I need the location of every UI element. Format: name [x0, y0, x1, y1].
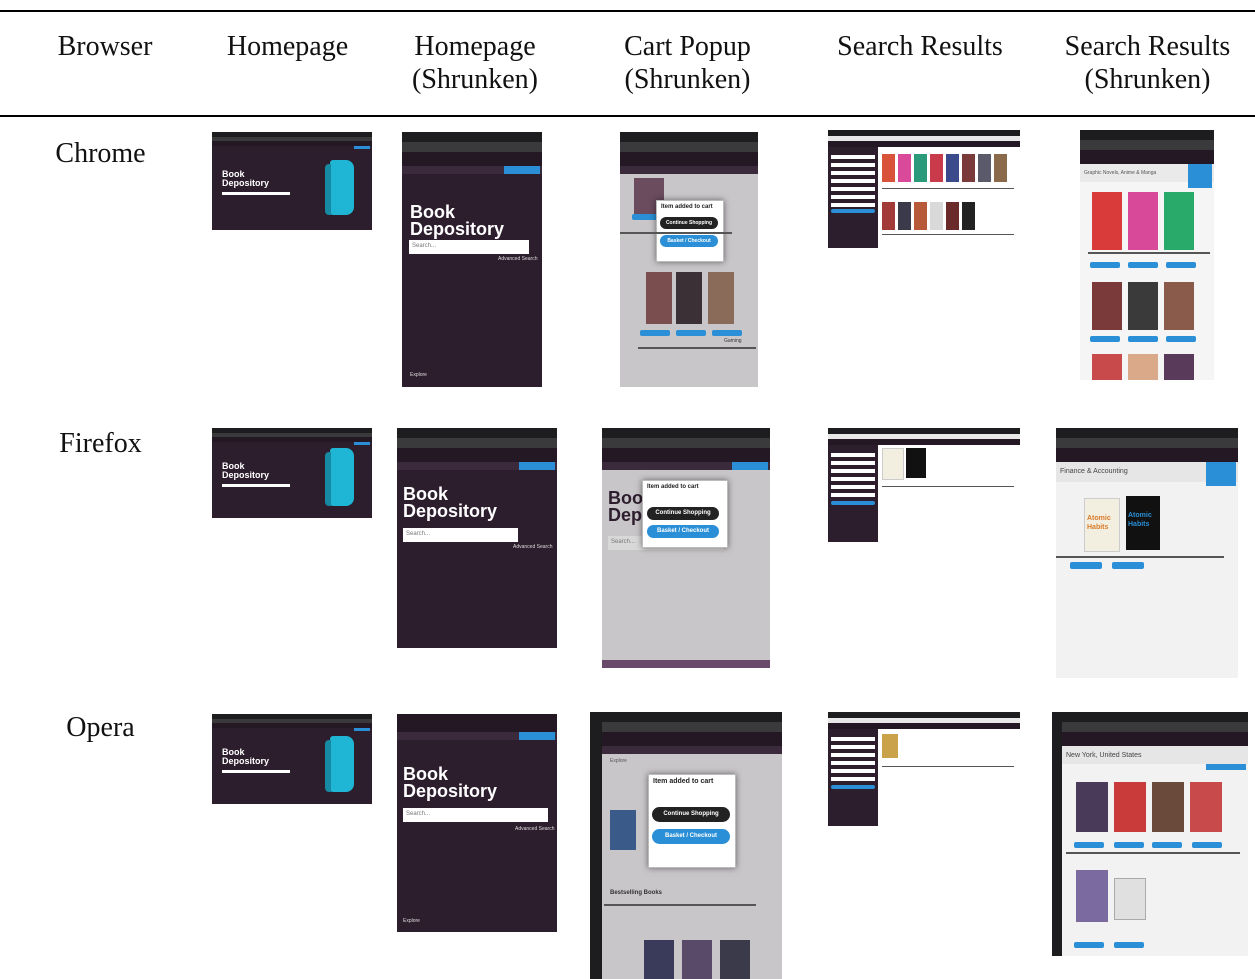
- book-depository-title: Book Depository: [222, 169, 270, 188]
- header-search-results: Search Results: [837, 31, 1003, 62]
- cart-popup: Item added to cart Continue Shopping Bas…: [656, 200, 724, 262]
- book-logo-icon: [325, 448, 354, 506]
- search-field: Search...: [409, 240, 529, 254]
- firefox-homepage-screenshot: Book Depository: [212, 428, 372, 518]
- header-browser: Browser: [57, 31, 153, 62]
- header-rule: [0, 115, 1255, 117]
- book-depository-title: Book Depository: [410, 202, 505, 240]
- continue-shopping-button[interactable]: Continue Shopping: [660, 217, 718, 229]
- firefox-cart-popup-screenshot: Book Depository Search... Item added to …: [602, 428, 770, 668]
- cart-popup: Item added to cart Continue Shopping Bas…: [648, 774, 736, 868]
- chrome-homepage-screenshot: Book Depository: [212, 132, 372, 230]
- book-depository-title: Book Depository: [222, 747, 270, 766]
- header-homepage: Homepage: [226, 31, 349, 62]
- chrome-homepage-shrunken-screenshot: Book Depository Search... Advanced Searc…: [402, 132, 542, 387]
- continue-shopping-button[interactable]: Continue Shopping: [647, 507, 719, 520]
- chrome-search-results-screenshot: [828, 130, 1020, 248]
- header-search-results-shrunken: Search Results (Shrunken): [1064, 31, 1231, 95]
- header-cart-popup-shrunken: Cart Popup (Shrunken): [624, 31, 751, 95]
- opera-homepage-screenshot: Book Depository: [212, 714, 372, 804]
- book-depository-title: Book Depository: [222, 461, 270, 480]
- firefox-search-results-screenshot: [828, 428, 1020, 542]
- opera-cart-popup-screenshot: Explore Item added to cart Continue Shop…: [590, 712, 782, 979]
- basket-checkout-button[interactable]: Basket / Checkout: [660, 235, 718, 247]
- search-field: Search...: [403, 528, 518, 542]
- firefox-search-results-shrunken-screenshot: Finance & Accounting Atomic Habits Atomi…: [1056, 428, 1238, 678]
- book-depository-title: Book Depository: [403, 484, 498, 522]
- book-depository-title: Book Depository: [403, 764, 498, 802]
- chrome-search-results-shrunken-screenshot: Graphic Novels, Anime & Manga: [1080, 130, 1214, 380]
- opera-search-results-shrunken-screenshot: New York, United States: [1052, 712, 1248, 956]
- book-logo-icon: [325, 736, 354, 792]
- opera-homepage-shrunken-screenshot: Book Depository Search... Advanced Searc…: [397, 714, 557, 932]
- continue-shopping-button[interactable]: Continue Shopping: [652, 807, 730, 822]
- firefox-homepage-shrunken-screenshot: Book Depository Search... Advanced Searc…: [397, 428, 557, 648]
- header-homepage-shrunken: Homepage (Shrunken): [412, 31, 538, 95]
- row-label-chrome: Chrome: [55, 138, 146, 169]
- top-rule: [0, 10, 1255, 12]
- chrome-cart-popup-screenshot: Item added to cart Continue Shopping Bas…: [620, 132, 758, 387]
- row-label-firefox: Firefox: [59, 428, 142, 459]
- book-logo-icon: [325, 160, 354, 215]
- opera-search-results-screenshot: [828, 712, 1020, 826]
- basket-checkout-button[interactable]: Basket / Checkout: [647, 525, 719, 538]
- search-field: Search...: [403, 808, 548, 822]
- row-label-opera: Opera: [66, 712, 135, 743]
- basket-checkout-button[interactable]: Basket / Checkout: [652, 829, 730, 844]
- cart-popup: Item added to cart Continue Shopping Bas…: [642, 480, 728, 548]
